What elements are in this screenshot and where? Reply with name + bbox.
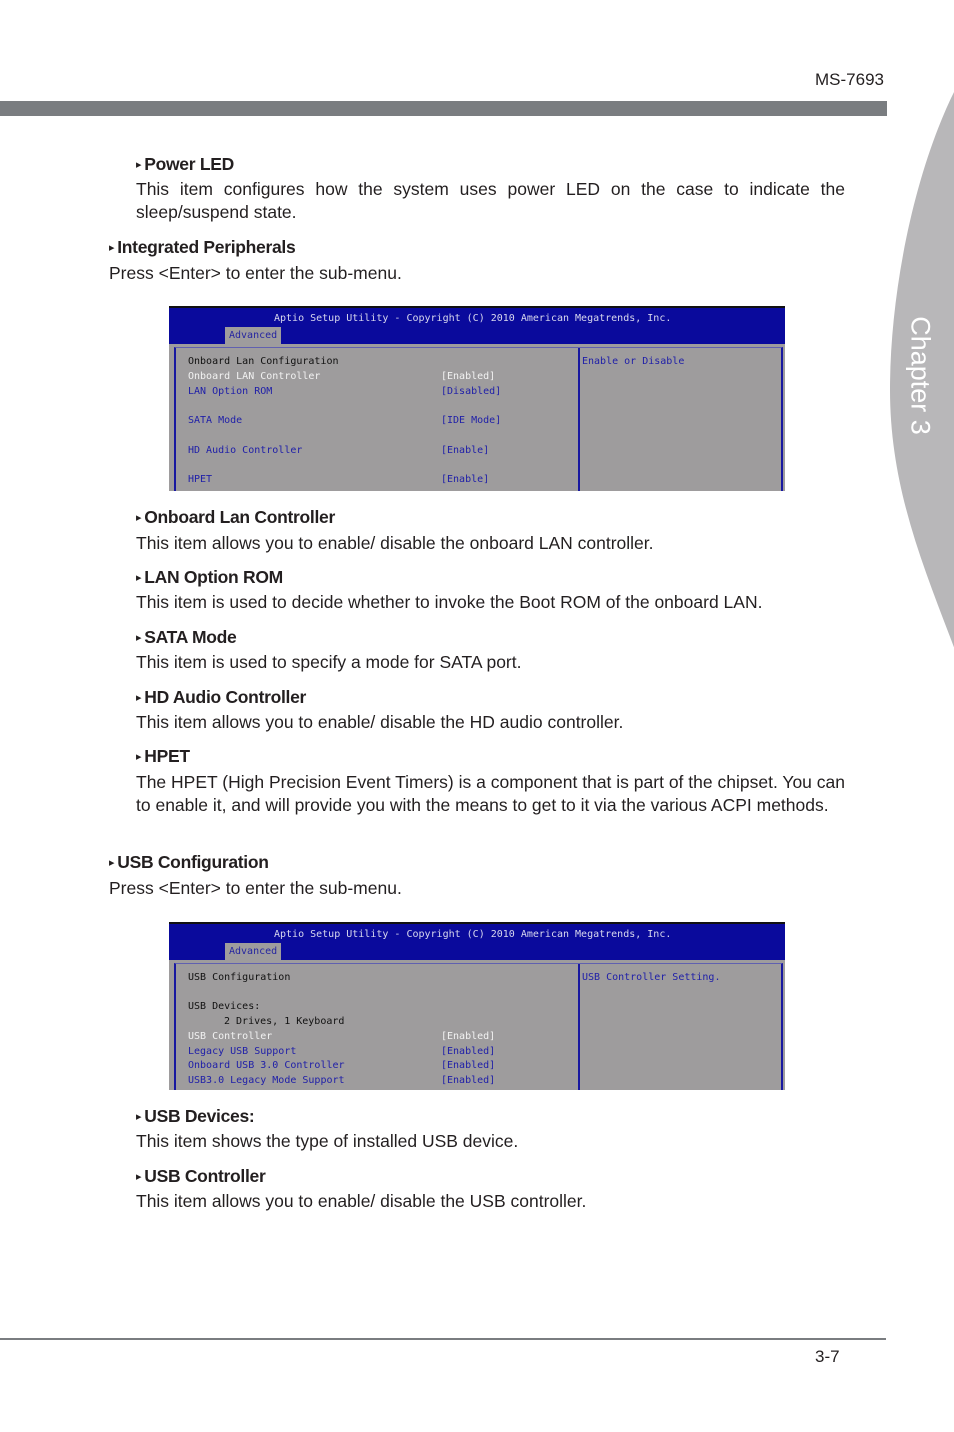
bios-item-value: [Enabled] [441,371,496,382]
section-text-usb-configuration: Press <Enter> to enter the sub-menu. [109,878,402,898]
bios-title-bar: Aptio Setup Utility - Copyright (C) 2010… [169,306,785,344]
section-heading-usb-configuration: ▸ USB Configuration [109,852,269,872]
bios-item-label: Onboard USB 3.0 Controller [188,1060,345,1071]
section-text-hpet: The HPET (High Precision Event Timers) i… [136,772,845,815]
section-heading-power-led: ▸ Power LED [136,154,234,174]
bios-item-label: SATA Mode [188,415,243,426]
bios-heading: USB Configuration [188,972,291,983]
bios-item-label: HD Audio Controller [188,445,303,456]
section-heading-hd-audio: ▸ HD Audio Controller [136,687,307,707]
bios-body: Onboard Lan Configuration Onboard LAN Co… [174,347,783,491]
page-number: 3-7 [815,1347,840,1366]
triangle-bullet-icon: ▸ [136,751,142,763]
section-text-usb-devices: This item shows the type of installed US… [136,1131,519,1151]
section-text-usb-controller: This item allows you to enable/ disable … [136,1191,587,1211]
bios-item-value: [Enabled] [441,1031,496,1042]
triangle-bullet-icon: ▸ [136,632,142,644]
bios-item-label: Onboard LAN Controller [188,371,321,382]
bios-devices-value: 2 Drives, 1 Keyboard [224,1016,345,1027]
triangle-bullet-icon: ▸ [136,572,142,584]
triangle-bullet-icon: ▸ [136,1111,142,1123]
bios-item-value: [Disabled] [441,386,502,397]
bios-screenshot-lan: Aptio Setup Utility - Copyright (C) 2010… [169,306,785,491]
bios-help-text: USB Controller Setting. [582,972,721,983]
section-heading-onboard-lan: ▸ Onboard Lan Controller [136,507,335,527]
bios-item-value: [Enabled] [441,1060,496,1071]
section-heading-integrated-peripherals: ▸ Integrated Peripherals [109,237,296,257]
bios-title: Aptio Setup Utility - Copyright (C) 2010… [274,313,672,324]
bios-tab-advanced: Advanced [225,943,282,960]
section-text-hd-audio: This item allows you to enable/ disable … [136,712,624,732]
section-text-sata-mode: This item is used to specify a mode for … [136,652,522,672]
bios-divider [578,964,580,1090]
bios-item-value: [Enable] [441,445,490,456]
triangle-bullet-icon: ▸ [109,242,115,254]
bios-item-value: [Enabled] [441,1075,496,1086]
triangle-bullet-icon: ▸ [136,1171,142,1183]
bios-item-label: USB3.0 Legacy Mode Support [188,1075,345,1086]
bios-item-value: [Enabled] [441,1046,496,1057]
section-heading-lan-option-rom: ▸ LAN Option ROM [136,567,283,587]
bios-item-value: [IDE Mode] [441,415,502,426]
section-heading-hpet: ▸ HPET [136,746,190,766]
section-text-power-led: This item configures how the system uses… [136,179,845,222]
section-text-onboard-lan: This item allows you to enable/ disable … [136,533,654,553]
bios-item-label: HPET [188,474,213,485]
bios-tab-advanced: Advanced [225,327,282,344]
section-text-integrated-peripherals: Press <Enter> to enter the sub-menu. [109,263,402,283]
triangle-bullet-icon: ▸ [136,692,142,704]
chapter-label: Chapter 3 [905,316,936,435]
bios-devices-label: USB Devices: [188,1001,261,1012]
bios-item-value: [Enable] [441,474,490,485]
section-heading-usb-devices: ▸ USB Devices: [136,1106,255,1126]
header-bar [0,101,887,116]
section-text-lan-option-rom: This item is used to decide whether to i… [136,592,763,612]
triangle-bullet-icon: ▸ [136,512,142,524]
bios-screenshot-usb: Aptio Setup Utility - Copyright (C) 2010… [169,922,785,1090]
bios-help-text: Enable or Disable [582,356,685,367]
footer-rule [0,1338,886,1340]
section-heading-usb-controller: ▸ USB Controller [136,1166,266,1186]
bios-divider [578,348,580,491]
bios-heading: Onboard Lan Configuration [188,356,339,367]
bios-item-label: USB Controller [188,1031,273,1042]
bios-item-label: Legacy USB Support [188,1046,297,1057]
triangle-bullet-icon: ▸ [136,159,142,171]
bios-title-bar: Aptio Setup Utility - Copyright (C) 2010… [169,922,785,960]
bios-body: USB Configuration USB Devices: 2 Drives,… [174,963,783,1090]
bios-item-label: LAN Option ROM [188,386,273,397]
triangle-bullet-icon: ▸ [109,857,115,869]
section-heading-sata-mode: ▸ SATA Mode [136,627,237,647]
model-number: MS-7693 [815,70,884,89]
bios-title: Aptio Setup Utility - Copyright (C) 2010… [274,929,672,940]
